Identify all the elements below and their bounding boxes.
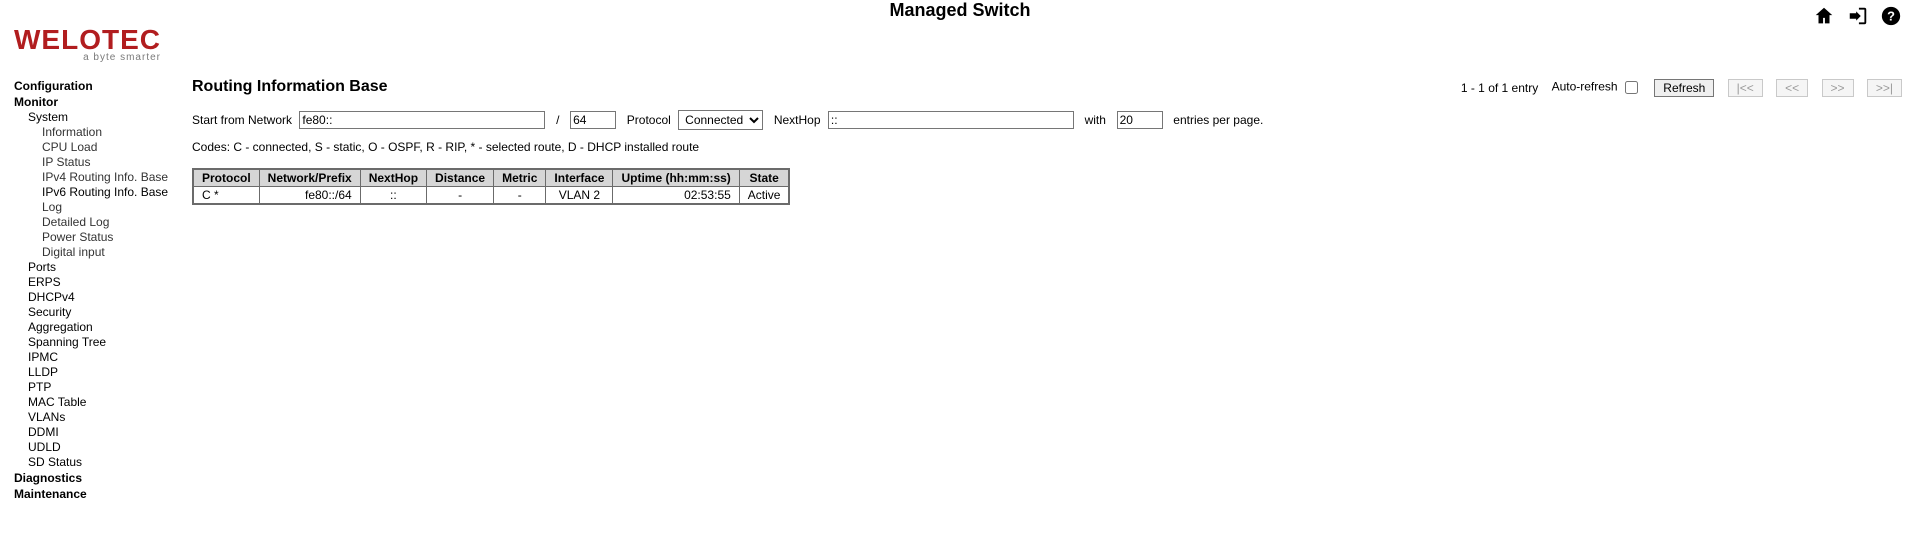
nav-system-ip-status[interactable]: IP Status bbox=[14, 155, 192, 170]
refresh-button[interactable]: Refresh bbox=[1654, 79, 1714, 97]
cell-nexthop: :: bbox=[360, 187, 426, 205]
entries-input[interactable] bbox=[1117, 111, 1163, 129]
col-distance: Distance bbox=[427, 169, 494, 187]
nav-diagnostics[interactable]: Diagnostics bbox=[14, 471, 192, 486]
col-protocol: Protocol bbox=[193, 169, 259, 187]
protocol-label: Protocol bbox=[627, 113, 671, 127]
nav-aggregation[interactable]: Aggregation bbox=[14, 320, 192, 335]
nav-configuration[interactable]: Configuration bbox=[14, 79, 192, 94]
page-last-button[interactable]: >>| bbox=[1867, 79, 1902, 97]
brand-logo: WELOTEC a byte smarter bbox=[14, 24, 161, 63]
rib-table: Protocol Network/Prefix NextHop Distance… bbox=[192, 168, 790, 205]
cell-interface: VLAN 2 bbox=[546, 187, 613, 205]
network-input[interactable] bbox=[299, 111, 545, 129]
cell-protocol: C * bbox=[193, 187, 259, 205]
nav-security[interactable]: Security bbox=[14, 305, 192, 320]
nav-ptp[interactable]: PTP bbox=[14, 380, 192, 395]
nav-ddmi[interactable]: DDMI bbox=[14, 425, 192, 440]
nav-system-cpu-load[interactable]: CPU Load bbox=[14, 140, 192, 155]
codes-legend: Codes: C - connected, S - static, O - OS… bbox=[192, 140, 1902, 154]
nav-system-log[interactable]: Log bbox=[14, 200, 192, 215]
nav-vlans[interactable]: VLANs bbox=[14, 410, 192, 425]
nav-ports[interactable]: Ports bbox=[14, 260, 192, 275]
nexthop-input[interactable] bbox=[828, 111, 1074, 129]
nav-tree: Configuration Monitor System Information… bbox=[0, 60, 192, 502]
help-icon[interactable]: ? bbox=[1880, 5, 1902, 27]
nav-maintenance[interactable]: Maintenance bbox=[14, 487, 192, 502]
logout-icon[interactable] bbox=[1847, 5, 1869, 27]
nav-dhcpv4[interactable]: DHCPv4 bbox=[14, 290, 192, 305]
filter-bar: Start from Network / Protocol Connected … bbox=[192, 110, 1902, 130]
nav-ipmc[interactable]: IPMC bbox=[14, 350, 192, 365]
col-state: State bbox=[739, 169, 789, 187]
nav-system[interactable]: System bbox=[14, 110, 192, 125]
cell-distance: - bbox=[427, 187, 494, 205]
nav-system-ipv4-rib[interactable]: IPv4 Routing Info. Base bbox=[14, 170, 192, 185]
table-row: C *fe80::/64::--VLAN 202:53:55Active bbox=[193, 187, 789, 205]
nav-system-digital-input[interactable]: Digital input bbox=[14, 245, 192, 260]
nav-system-information[interactable]: Information bbox=[14, 125, 192, 140]
cell-uptime: 02:53:55 bbox=[613, 187, 739, 205]
slash-label: / bbox=[556, 113, 559, 127]
auto-refresh-label: Auto-refresh bbox=[1552, 80, 1618, 94]
page-first-button[interactable]: |<< bbox=[1728, 79, 1763, 97]
with-label: with bbox=[1085, 113, 1106, 127]
nav-monitor[interactable]: Monitor bbox=[14, 95, 192, 110]
cell-state: Active bbox=[739, 187, 789, 205]
prefix-input[interactable] bbox=[570, 111, 616, 129]
cell-metric: - bbox=[494, 187, 546, 205]
nav-lldp[interactable]: LLDP bbox=[14, 365, 192, 380]
nav-erps[interactable]: ERPS bbox=[14, 275, 192, 290]
page-prev-button[interactable]: << bbox=[1776, 79, 1808, 97]
nav-system-power-status[interactable]: Power Status bbox=[14, 230, 192, 245]
auto-refresh-checkbox[interactable] bbox=[1625, 81, 1638, 94]
page-title: Managed Switch bbox=[0, 0, 1920, 21]
col-interface: Interface bbox=[546, 169, 613, 187]
col-network: Network/Prefix bbox=[259, 169, 360, 187]
entry-counter: 1 - 1 of 1 entry bbox=[1461, 81, 1538, 95]
col-uptime: Uptime (hh:mm:ss) bbox=[613, 169, 739, 187]
cell-network: fe80::/64 bbox=[259, 187, 360, 205]
nav-sd-status[interactable]: SD Status bbox=[14, 455, 192, 470]
svg-text:?: ? bbox=[1887, 9, 1895, 24]
start-network-label: Start from Network bbox=[192, 113, 292, 127]
entries-suffix: entries per page. bbox=[1173, 113, 1263, 127]
nav-system-detailed-log[interactable]: Detailed Log bbox=[14, 215, 192, 230]
col-metric: Metric bbox=[494, 169, 546, 187]
nav-system-ipv6-rib[interactable]: IPv6 Routing Info. Base bbox=[14, 185, 192, 200]
home-icon[interactable] bbox=[1813, 5, 1835, 27]
nav-spanning-tree[interactable]: Spanning Tree bbox=[14, 335, 192, 350]
nav-mac-table[interactable]: MAC Table bbox=[14, 395, 192, 410]
nav-udld[interactable]: UDLD bbox=[14, 440, 192, 455]
col-nexthop: NextHop bbox=[360, 169, 426, 187]
nexthop-label: NextHop bbox=[774, 113, 821, 127]
page-next-button[interactable]: >> bbox=[1822, 79, 1854, 97]
protocol-select[interactable]: Connected bbox=[678, 110, 763, 130]
